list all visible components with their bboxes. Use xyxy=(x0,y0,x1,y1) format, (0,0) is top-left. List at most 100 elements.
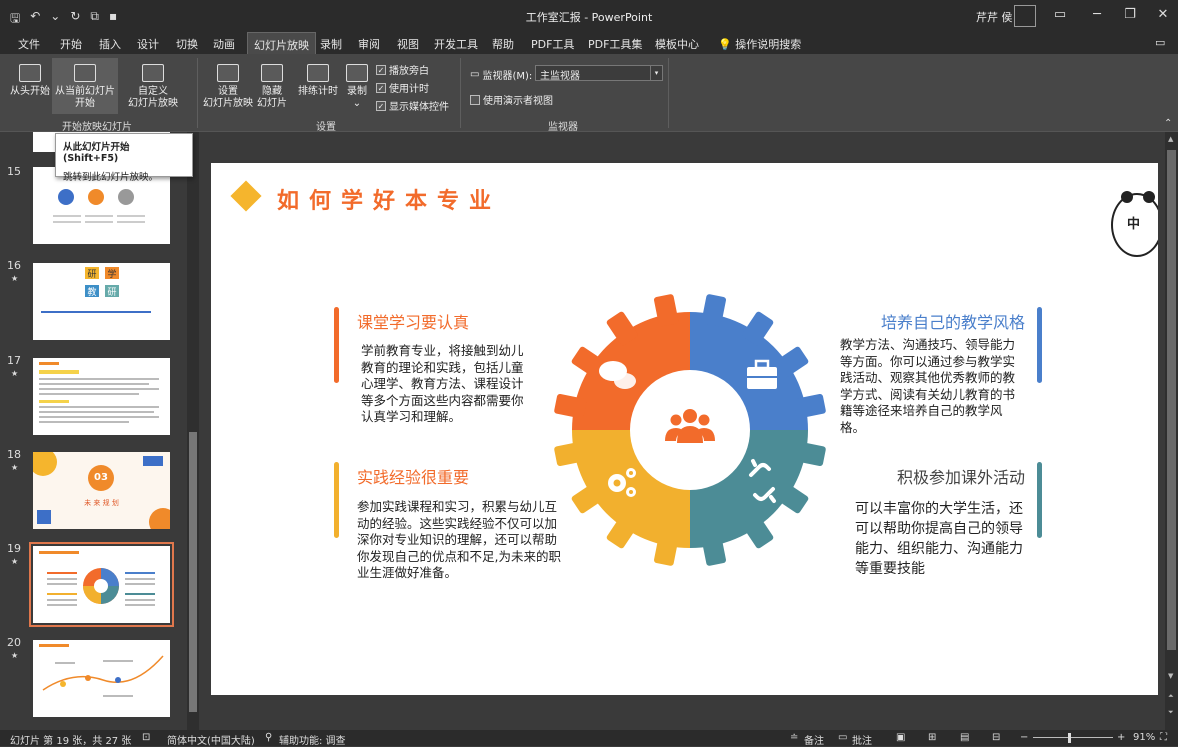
tab-review[interactable]: 审阅 xyxy=(358,36,380,52)
setup-label-2: 幻灯片放映 xyxy=(203,98,253,109)
zoom-level[interactable]: 91% xyxy=(1133,732,1155,743)
hide-slide-icon xyxy=(261,64,283,82)
thumbnail-18-graphic xyxy=(33,452,170,529)
zoom-in-icon[interactable]: + xyxy=(1117,732,1125,743)
record-button[interactable]: 录制 ⌄ xyxy=(343,64,371,110)
thumbnail-slide-18[interactable]: 03 未 来 规 划 xyxy=(33,452,170,529)
tab-help[interactable]: 帮助 xyxy=(492,36,514,52)
section-3-body[interactable]: 教学方法、沟通技巧、领导能力等方面。你可以通过参与教学实践活动、观察其他优秀教师… xyxy=(840,337,1015,436)
section-2-heading[interactable]: 实践经验很重要 xyxy=(357,464,469,488)
from-current-button[interactable]: 从当前幻灯片 开始 xyxy=(52,58,118,114)
tab-pdf-toolset[interactable]: PDF工具集 xyxy=(588,36,642,52)
checkbox-unchecked-icon xyxy=(470,94,480,105)
zoom-slider[interactable] xyxy=(1033,737,1113,738)
tab-developer[interactable]: 开发工具 xyxy=(434,36,478,52)
thumbnail-slide-20[interactable] xyxy=(33,640,170,717)
scroll-thumb[interactable] xyxy=(1167,150,1176,650)
tab-insert[interactable]: 插入 xyxy=(99,36,121,52)
previous-slide-icon[interactable]: ⏶ xyxy=(1168,692,1174,701)
animation-star-icon: ★ xyxy=(11,274,19,283)
divider xyxy=(460,58,461,128)
thumbnail-slide-17[interactable] xyxy=(33,358,170,435)
minimize-icon[interactable]: ─ xyxy=(1087,7,1107,22)
thumbnail-scrollbar[interactable] xyxy=(187,132,199,730)
comments-button[interactable]: 批注 xyxy=(852,732,872,747)
show-media-controls-checkbox[interactable]: ✓ 显示媒体控件 xyxy=(376,98,449,113)
tab-view[interactable]: 视图 xyxy=(397,36,419,52)
section-1-heading[interactable]: 课堂学习要认真 xyxy=(357,309,469,333)
setup-slideshow-button[interactable]: 设置 幻灯片放映 xyxy=(202,64,254,110)
language-status[interactable]: 简体中文(中国大陆) xyxy=(167,732,255,747)
tab-file[interactable]: 文件 xyxy=(18,36,40,52)
presenter-view-checkbox[interactable]: 使用演示者视图 xyxy=(470,92,553,107)
tab-slideshow[interactable]: 幻灯片放映 xyxy=(247,32,316,54)
section-2-body[interactable]: 参加实践课程和实习，积累与幼儿互动的经验。这些实践经验不仅可以加深你对专业知识的… xyxy=(357,499,567,582)
slide-canvas[interactable]: 如何学好本专业 中 课堂学习要认真 学前教育专业，将接触到幼儿教育的理论和实践，… xyxy=(211,163,1158,695)
tab-template-center[interactable]: 模板中心 xyxy=(655,36,699,52)
tab-transitions[interactable]: 切换 xyxy=(176,36,198,52)
section-4-body[interactable]: 可以丰富你的大学生活，还可以帮助你提高自己的领导能力、组织能力、沟通能力等重要技… xyxy=(855,499,1030,579)
tab-design[interactable]: 设计 xyxy=(137,36,159,52)
section-3-heading[interactable]: 培养自己的教学风格 xyxy=(863,309,1025,333)
scroll-thumb[interactable] xyxy=(189,432,197,712)
hide-slide-button[interactable]: 隐藏 幻灯片 xyxy=(254,64,290,110)
reading-view-icon[interactable]: ▤ xyxy=(960,732,969,743)
tooltip-title: 从此幻灯片开始 (Shift+F5) xyxy=(63,142,130,164)
tell-me-search[interactable]: 💡 操作说明搜索 xyxy=(718,36,801,52)
section-1-body[interactable]: 学前教育专业，将接触到幼儿教育的理论和实践，包括儿童心理学、教育方法、课程设计等… xyxy=(361,343,531,426)
tab-pdf-tools[interactable]: PDF工具 xyxy=(531,36,574,52)
close-icon[interactable]: ✕ xyxy=(1153,7,1173,22)
gear-diagram[interactable] xyxy=(549,289,831,571)
fit-to-window-icon[interactable]: ⛶ xyxy=(1160,732,1167,743)
slide-sorter-icon[interactable]: ⊞ xyxy=(928,732,936,743)
zoom-slider-handle[interactable] xyxy=(1068,733,1071,743)
tab-animations[interactable]: 动画 xyxy=(213,36,235,52)
custom-slideshow-icon xyxy=(142,64,164,82)
avatar[interactable] xyxy=(1014,5,1036,27)
slide-count-status[interactable]: 幻灯片 第 19 张，共 27 张 xyxy=(10,732,131,747)
from-current-label-1: 从当前幻灯片 xyxy=(55,86,115,97)
custom-label-2: 幻灯片放映 xyxy=(128,98,178,109)
play-narrations-checkbox[interactable]: ✓ 播放旁白 xyxy=(376,62,429,77)
sticker-char: 中 xyxy=(1127,217,1141,232)
accessibility-status[interactable]: 辅助功能: 调查 xyxy=(279,732,346,747)
presenter-view-label: 使用演示者视图 xyxy=(483,96,553,107)
notes-button[interactable]: 备注 xyxy=(804,732,824,747)
thumbnail-slide-19[interactable] xyxy=(29,542,174,627)
normal-view-icon[interactable]: ▣ xyxy=(896,732,905,743)
tab-record[interactable]: 录制 xyxy=(320,36,342,52)
notes-icon: ≐ xyxy=(790,732,799,743)
monitor-value: 主监视器 xyxy=(540,71,580,82)
status-bar: 幻灯片 第 19 张，共 27 张 ⊡ 简体中文(中国大陆) ⚲ 辅助功能: 调… xyxy=(0,730,1178,747)
tooltip: 从此幻灯片开始 (Shift+F5) 跳转到此幻灯片放映。 xyxy=(55,133,193,183)
thumbnail-slide-16[interactable]: 研 学 教 研 xyxy=(33,263,170,340)
thumb18-text: 未 来 规 划 xyxy=(84,499,119,507)
restore-icon[interactable]: ❐ xyxy=(1120,7,1140,22)
tab-home[interactable]: 开始 xyxy=(60,36,82,52)
section-4-heading[interactable]: 积极参加课外活动 xyxy=(863,464,1025,488)
group-start-slideshow: 开始放映幻灯片 xyxy=(62,122,132,133)
slideshow-view-icon[interactable]: ⊟ xyxy=(992,732,1000,743)
from-start-button[interactable]: 从头开始 xyxy=(8,64,52,98)
next-slide-icon[interactable]: ⏷ xyxy=(1168,708,1174,717)
monitor-select[interactable]: 主监视器 ▾ xyxy=(535,65,663,82)
comments-icon[interactable]: ▭ xyxy=(1155,36,1165,49)
chevron-down-icon: ▾ xyxy=(650,66,662,80)
thumb16-tile: 研 xyxy=(85,267,99,280)
rehearse-timings-button[interactable]: 排练计时 xyxy=(296,64,340,98)
title-diamond-icon xyxy=(230,180,262,212)
user-name[interactable]: 芹芹 侯 xyxy=(976,9,1013,25)
ribbon-display-icon[interactable]: ▭ xyxy=(1050,7,1070,22)
scroll-down-icon[interactable]: ▼ xyxy=(1168,672,1173,680)
tooltip-description: 跳转到此幻灯片放映。 xyxy=(63,172,159,183)
scroll-up-icon[interactable]: ▲ xyxy=(1168,135,1173,143)
divider xyxy=(197,58,198,128)
spellcheck-icon[interactable]: ⊡ xyxy=(142,732,150,743)
collapse-ribbon-icon[interactable]: ⌃ xyxy=(1164,118,1172,129)
tell-me-label: 操作说明搜索 xyxy=(735,38,802,51)
slide-title[interactable]: 如何学好本专业 xyxy=(277,183,501,215)
use-timings-checkbox[interactable]: ✓ 使用计时 xyxy=(376,80,429,95)
slide-scrollbar[interactable]: ▲ ▼ ⏶ ⏷ xyxy=(1165,132,1178,730)
zoom-out-icon[interactable]: − xyxy=(1020,732,1028,743)
custom-slideshow-button[interactable]: 自定义 幻灯片放映 xyxy=(124,64,182,110)
